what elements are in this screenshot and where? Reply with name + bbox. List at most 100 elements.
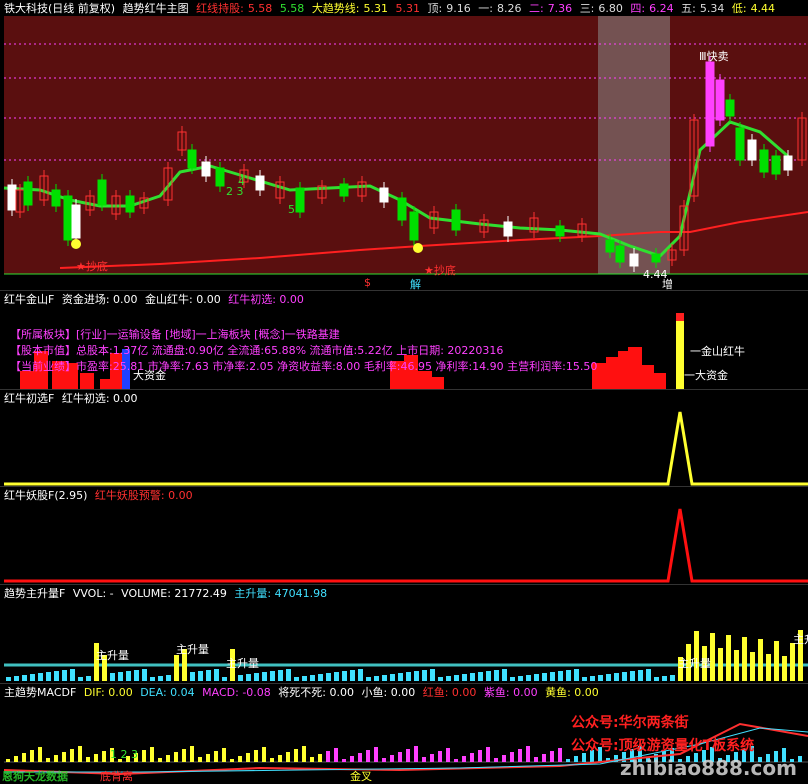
macd-bar — [390, 755, 394, 762]
volume-title: 趋势主升量F — [4, 587, 66, 600]
macd-bar — [438, 751, 442, 762]
initial-select-panel[interactable]: 红牛初选F 红牛初选: 0.00 — [0, 390, 808, 486]
monster-stock-title: 红牛妖股F(2.95) — [4, 489, 88, 502]
volume-header: 趋势主升量F VVOL: - VOLUME: 21772.49 主升量: 470… — [4, 587, 331, 601]
three-value: 6.80 — [598, 2, 623, 15]
macd-bar — [262, 747, 266, 762]
macd-bar — [62, 752, 66, 762]
volume-bar — [638, 670, 643, 681]
jinshan-hongniu-label: 一金山红牛 — [690, 345, 745, 358]
macd-bar — [406, 749, 410, 762]
dea-value: DEA: 0.04 — [140, 686, 195, 699]
main-header: 铁大科技(日线 前复权) 趋势红牛主图 红线持股: 5.58 5.58 大趋势线:… — [4, 2, 779, 16]
three-label: 三: — [579, 2, 595, 15]
candle-body — [63, 195, 73, 241]
volume-bar — [262, 672, 267, 681]
big-fund-label: 大资金 — [133, 369, 166, 382]
main-chart-panel[interactable]: 铁大科技(日线 前复权) 趋势红牛主图 红线持股: 5.58 5.58 大趋势线:… — [0, 0, 808, 290]
candle-body — [503, 221, 513, 237]
volume-bar — [302, 676, 307, 681]
macd-bar — [558, 748, 562, 762]
initial-select-reading: 红牛初选: 0.00 — [61, 392, 138, 405]
zhusheng-tag-2: 主升量 — [176, 643, 209, 656]
monster-warning-value: 红牛妖股预警: 0.00 — [94, 489, 193, 502]
zhusheng-value: 主升量: 47041.98 — [234, 587, 328, 600]
fund-bar — [80, 373, 94, 389]
volume-bar — [486, 671, 491, 681]
candlestick-chart[interactable] — [0, 0, 808, 290]
volume-bar — [78, 677, 83, 681]
candle-body — [201, 161, 211, 177]
volume-bar — [478, 672, 483, 681]
macd-bar — [22, 753, 26, 762]
chart-background — [4, 16, 808, 274]
volume-bar — [734, 650, 739, 681]
volume-panel[interactable]: 趋势主升量F VVOL: - VOLUME: 21772.49 主升量: 470… — [0, 585, 808, 683]
volume-bar — [342, 671, 347, 681]
macd-bar — [526, 746, 530, 762]
macd-bar — [382, 758, 386, 762]
volume-bar — [238, 675, 243, 681]
macd-bar — [550, 751, 554, 762]
macd-bar — [486, 747, 490, 762]
candle-body — [771, 155, 781, 175]
macd-bar — [54, 755, 58, 762]
volume-bar — [542, 673, 547, 681]
golden-cross-label: 金叉 — [350, 770, 372, 783]
candle-body — [215, 167, 225, 187]
volume-bar — [158, 676, 163, 681]
candle-body — [379, 187, 389, 203]
candle-body — [615, 245, 625, 263]
volume-bar — [326, 673, 331, 681]
volume-bar — [646, 669, 651, 681]
red-line-value: 5.58 — [247, 2, 273, 15]
volume-bar — [526, 675, 531, 681]
four-label: 四: — [630, 2, 646, 15]
candle-body — [23, 181, 33, 206]
top-value: 9.16 — [446, 2, 471, 15]
candle-body — [187, 149, 197, 169]
candle-body — [255, 175, 265, 191]
v1-value: 5.31 — [395, 2, 421, 15]
candle-body — [735, 127, 745, 161]
volume-bar — [334, 672, 339, 681]
macd-bar — [254, 750, 258, 762]
jinshan-panel[interactable]: 红牛金山F 资金进场: 0.00 金山红牛: 0.00 红牛初选: 0.00 【… — [0, 291, 808, 389]
volume-bar — [118, 672, 123, 681]
four-value: 6.24 — [649, 2, 674, 15]
volume-bar — [438, 677, 443, 681]
volume-bar — [654, 677, 659, 681]
macd-bar — [222, 748, 226, 762]
red-line-label: 红线持股: — [196, 2, 244, 15]
macd-bar — [14, 756, 18, 762]
fund-bar — [606, 357, 620, 389]
initial-select-line — [4, 411, 808, 486]
ziyu-value: 紫鱼: 0.00 — [483, 686, 538, 699]
macd-bar — [414, 746, 418, 762]
candle-body — [605, 239, 615, 253]
two-value: 7.36 — [547, 2, 573, 15]
volume-bar — [454, 675, 459, 681]
xiaoyu-value: 小鱼: 0.00 — [361, 686, 416, 699]
volume-bar — [278, 670, 283, 681]
volume-bar — [174, 655, 179, 681]
monster-stock-panel[interactable]: 红牛妖股F(2.95) 红牛妖股预警: 0.00 — [0, 487, 808, 584]
macd-bar — [574, 756, 578, 762]
candle-body — [51, 189, 61, 207]
volume-bar — [422, 670, 427, 681]
volume-bar — [294, 677, 299, 681]
macd-bar — [566, 759, 570, 762]
volume-bar — [46, 672, 51, 681]
performance-info: 【当前业绩】市盈率:25.81 市净率:7.63 市净率:2.05 净资收益率:… — [10, 360, 598, 373]
macd-bar — [78, 746, 82, 762]
candle-body — [555, 225, 565, 237]
candle-body — [715, 79, 725, 121]
volume-bar — [558, 671, 563, 681]
volume-bar — [462, 674, 467, 681]
top-label: 顶: — [427, 2, 443, 15]
macd-bar — [446, 748, 450, 762]
volume-bar — [406, 672, 411, 681]
one-label: 一: — [478, 2, 493, 15]
macd-bar — [350, 756, 354, 762]
volume-bar — [446, 676, 451, 681]
